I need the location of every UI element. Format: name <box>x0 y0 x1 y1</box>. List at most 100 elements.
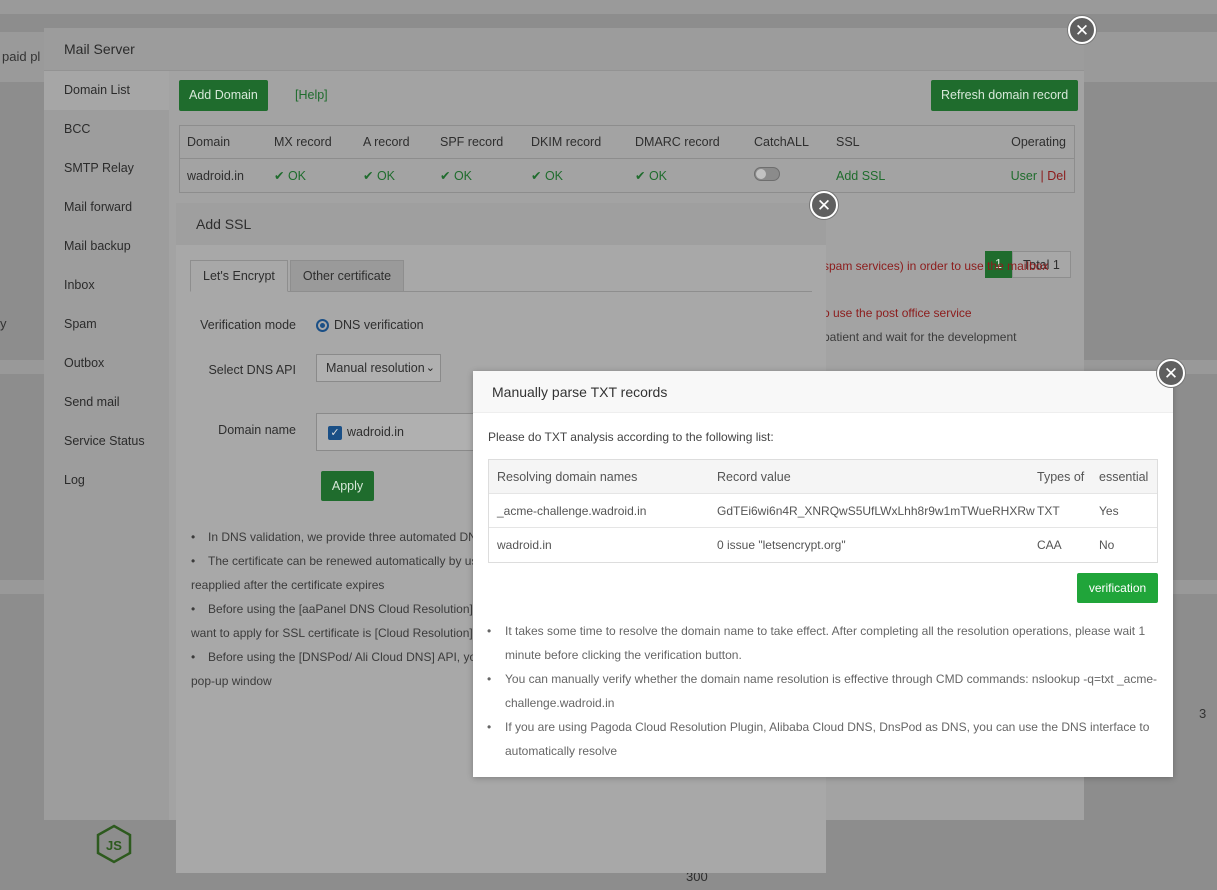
checkmark-icon: ✔ <box>440 169 454 183</box>
domain-table: Domain MX record A record SPF record DKI… <box>179 125 1075 193</box>
txt-note-2: You can manually verify whether the doma… <box>487 667 1159 715</box>
table-row: _acme-challenge.wadroid.in GdTEi6wi6n4R_… <box>489 494 1157 528</box>
cell-catchall <box>747 167 829 184</box>
cell-dmarc: ✔ OK <box>628 168 747 183</box>
sidebar-item-outbox[interactable]: Outbox <box>44 344 169 383</box>
domain-table-header: Domain MX record A record SPF record DKI… <box>180 126 1074 159</box>
nodejs-logo: JS <box>96 824 132 864</box>
mail-note-3: patient and wait for the development <box>823 330 1017 344</box>
sidebar-item-bcc[interactable]: BCC <box>44 110 169 149</box>
verification-mode-label: Verification mode <box>200 318 296 332</box>
mail-sidebar: Domain List BCC SMTP Relay Mail forward … <box>44 71 169 820</box>
txt-intro-text: Please do TXT analysis according to the … <box>488 430 774 444</box>
dns-verification-label: DNS verification <box>334 318 424 332</box>
col-record-value: Record value <box>717 469 791 484</box>
table-row: wadroid.in ✔ OK ✔ OK ✔ OK ✔ OK ✔ OK Add … <box>180 159 1074 192</box>
spf-status: OK <box>453 169 473 183</box>
checkmark-icon: ✔ <box>274 169 288 183</box>
col-essential: essential <box>1099 469 1149 484</box>
dns-verification-option[interactable]: DNS verification <box>316 318 424 333</box>
cell-essential: No <box>1099 538 1115 552</box>
sidebar-item-domain-list[interactable]: Domain List <box>44 71 169 110</box>
mail-server-title: Mail Server <box>44 28 1084 71</box>
sidebar-item-smtp-relay[interactable]: SMTP Relay <box>44 149 169 188</box>
cell-record-value: 0 issue "letsencrypt.org" <box>717 538 846 552</box>
checkmark-icon: ✔ <box>635 169 649 183</box>
svg-text:JS: JS <box>106 838 122 853</box>
cell-domain-name: _acme-challenge.wadroid.in <box>497 503 647 518</box>
col-ssl: SSL <box>836 135 860 149</box>
cell-dkim: ✔ OK <box>524 168 628 183</box>
delete-link[interactable]: Del <box>1047 169 1066 183</box>
txt-notes: It takes some time to resolve the domain… <box>487 619 1159 763</box>
cell-record-value: GdTEi6wi6n4R_XNRQwS5UfLWxLhh8r9w1mTWueRH… <box>717 503 1035 518</box>
mail-note-2: o use the post office service <box>823 306 972 320</box>
sidebar-item-mail-backup[interactable]: Mail backup <box>44 227 169 266</box>
cell-domain: wadroid.in <box>187 168 244 183</box>
cell-a: ✔ OK <box>356 168 433 183</box>
col-type: Types of <box>1037 469 1085 484</box>
apply-button[interactable]: Apply <box>321 471 374 501</box>
col-mx: MX record <box>274 135 332 149</box>
col-catchall: CatchALL <box>754 135 809 149</box>
cell-essential: Yes <box>1099 503 1119 518</box>
sidebar-item-send-mail[interactable]: Send mail <box>44 383 169 422</box>
sidebar-item-inbox[interactable]: Inbox <box>44 266 169 305</box>
cell-mx: ✔ OK <box>267 168 356 183</box>
sidebar-item-log[interactable]: Log <box>44 461 169 500</box>
sidebar-item-spam[interactable]: Spam <box>44 305 169 344</box>
bg-fragment-left: paid pl <box>2 49 41 64</box>
close-icon[interactable]: ✕ <box>1157 359 1185 387</box>
dns-api-select[interactable]: Manual resolution ⌄ <box>316 354 441 382</box>
cell-type: TXT <box>1037 503 1060 518</box>
txt-table-header: Resolving domain names Record value Type… <box>489 460 1157 494</box>
chevron-down-icon: ⌄ <box>425 362 435 374</box>
cell-type: CAA <box>1037 538 1062 552</box>
verification-button[interactable]: verification <box>1077 573 1158 603</box>
add-ssl-title: Add SSL <box>176 203 826 245</box>
txt-records-table: Resolving domain names Record value Type… <box>488 459 1158 563</box>
col-a: A record <box>363 135 410 149</box>
user-link[interactable]: User <box>1011 169 1037 183</box>
txt-records-dialog: Manually parse TXT records Please do TXT… <box>473 371 1173 777</box>
col-domain: Domain <box>187 135 231 149</box>
help-link[interactable]: [Help] <box>295 88 328 102</box>
ssl-tabs: Let's Encrypt Other certificate <box>190 260 812 292</box>
cell-operating: User | Del <box>994 169 1074 183</box>
txt-note-3: If you are using Pagoda Cloud Resolution… <box>487 715 1159 763</box>
mail-note-1: spam services) in order to use the mailb… <box>823 259 1049 273</box>
add-ssl-link[interactable]: Add SSL <box>829 169 994 183</box>
domain-checkbox-label: wadroid.in <box>347 425 404 439</box>
dns-api-label: Select DNS API <box>208 363 296 377</box>
txt-note-1: It takes some time to resolve the domain… <box>487 619 1159 667</box>
col-operating: Operating <box>1011 135 1066 149</box>
bg-fragment-right: 3 <box>1199 706 1207 721</box>
refresh-domain-record-button[interactable]: Refresh domain record <box>931 80 1079 111</box>
bg-topbar <box>0 0 1217 14</box>
catchall-toggle[interactable] <box>754 167 780 181</box>
a-status: OK <box>376 169 396 183</box>
close-icon[interactable]: ✕ <box>810 191 838 219</box>
tab-lets-encrypt[interactable]: Let's Encrypt <box>190 260 288 292</box>
tab-other-certificate[interactable]: Other certificate <box>289 260 405 292</box>
add-domain-button[interactable]: Add Domain <box>179 80 268 111</box>
sidebar-item-service-status[interactable]: Service Status <box>44 422 169 461</box>
dmarc-status: OK <box>648 169 668 183</box>
operating-separator: | <box>1040 168 1044 183</box>
txt-dialog-title: Manually parse TXT records <box>473 371 1173 413</box>
table-row: wadroid.in 0 issue "letsencrypt.org" CAA… <box>489 528 1157 562</box>
col-dkim: DKIM record <box>531 135 602 149</box>
checkmark-icon: ✔ <box>531 169 545 183</box>
cell-spf: ✔ OK <box>433 168 524 183</box>
col-spf: SPF record <box>440 135 504 149</box>
bg-fragment-edge: y <box>0 316 7 331</box>
close-icon[interactable]: ✕ <box>1068 16 1096 44</box>
col-resolving-domain: Resolving domain names <box>497 469 638 484</box>
sidebar-item-mail-forward[interactable]: Mail forward <box>44 188 169 227</box>
mx-status: OK <box>287 169 307 183</box>
dns-api-value: Manual resolution <box>326 361 425 375</box>
radio-icon[interactable] <box>316 319 329 333</box>
checkmark-icon: ✔ <box>363 169 377 183</box>
checkbox-checked-icon[interactable]: ✓ <box>328 426 342 440</box>
cell-domain-name: wadroid.in <box>497 538 552 552</box>
